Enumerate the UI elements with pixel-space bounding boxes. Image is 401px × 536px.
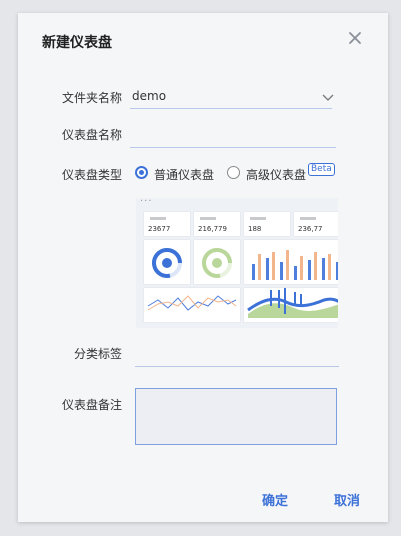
close-icon[interactable]	[345, 28, 365, 48]
line-chart-card	[144, 288, 240, 322]
radio-normal-dashboard[interactable]	[135, 166, 148, 179]
dashboard-type-label: 仪表盘类型	[61, 168, 122, 182]
dashboard-name-input[interactable]	[130, 127, 336, 148]
kpi-value: 188	[248, 225, 262, 233]
kpi-card: 236,77	[294, 212, 338, 236]
dashboard-name-label: 仪表盘名称	[61, 128, 122, 142]
beta-badge: Beta	[308, 163, 335, 176]
kpi-card: 216,779	[194, 212, 240, 236]
bar-chart-thumbnail	[252, 250, 338, 280]
dialog-title: 新建仪表盘	[42, 35, 112, 51]
radio-normal-label: 普通仪表盘	[154, 168, 215, 182]
line-chart-thumbnail	[147, 295, 237, 311]
radio-advanced-dashboard[interactable]	[227, 166, 240, 179]
chevron-down-icon[interactable]	[322, 94, 334, 102]
folder-value: demo	[132, 89, 167, 103]
kpi-value: 216,779	[198, 225, 227, 233]
folder-label: 文件夹名称	[61, 91, 122, 105]
remark-label: 仪表盘备注	[61, 398, 122, 412]
gauge-chart-blue	[152, 247, 183, 278]
remark-textarea[interactable]	[135, 388, 337, 445]
tags-input[interactable]	[135, 346, 339, 367]
area-chart-thumbnail	[247, 288, 338, 318]
kpi-card: 23677	[144, 212, 190, 236]
cancel-button[interactable]: 取消	[334, 490, 360, 509]
gauge-card-blue	[144, 240, 190, 284]
tags-label: 分类标签	[73, 347, 122, 361]
kpi-value: 23677	[148, 225, 171, 233]
bar-chart-card	[244, 240, 338, 284]
new-dashboard-dialog: 新建仪表盘 文件夹名称 demo 仪表盘名称 仪表盘类型 普通仪表盘 高级仪表盘…	[18, 13, 388, 522]
area-chart-card	[244, 288, 338, 322]
radio-advanced-label: 高级仪表盘	[246, 168, 307, 182]
gauge-chart-green	[202, 247, 233, 278]
kpi-value: 236,77	[298, 225, 323, 233]
preview-menu-icon: ···	[140, 198, 153, 207]
kpi-card: 188	[244, 212, 290, 236]
confirm-button[interactable]: 确定	[262, 490, 288, 509]
gauge-card-green	[194, 240, 240, 284]
dashboard-preview: ··· 23677 216,779 188 236,77	[136, 198, 338, 328]
